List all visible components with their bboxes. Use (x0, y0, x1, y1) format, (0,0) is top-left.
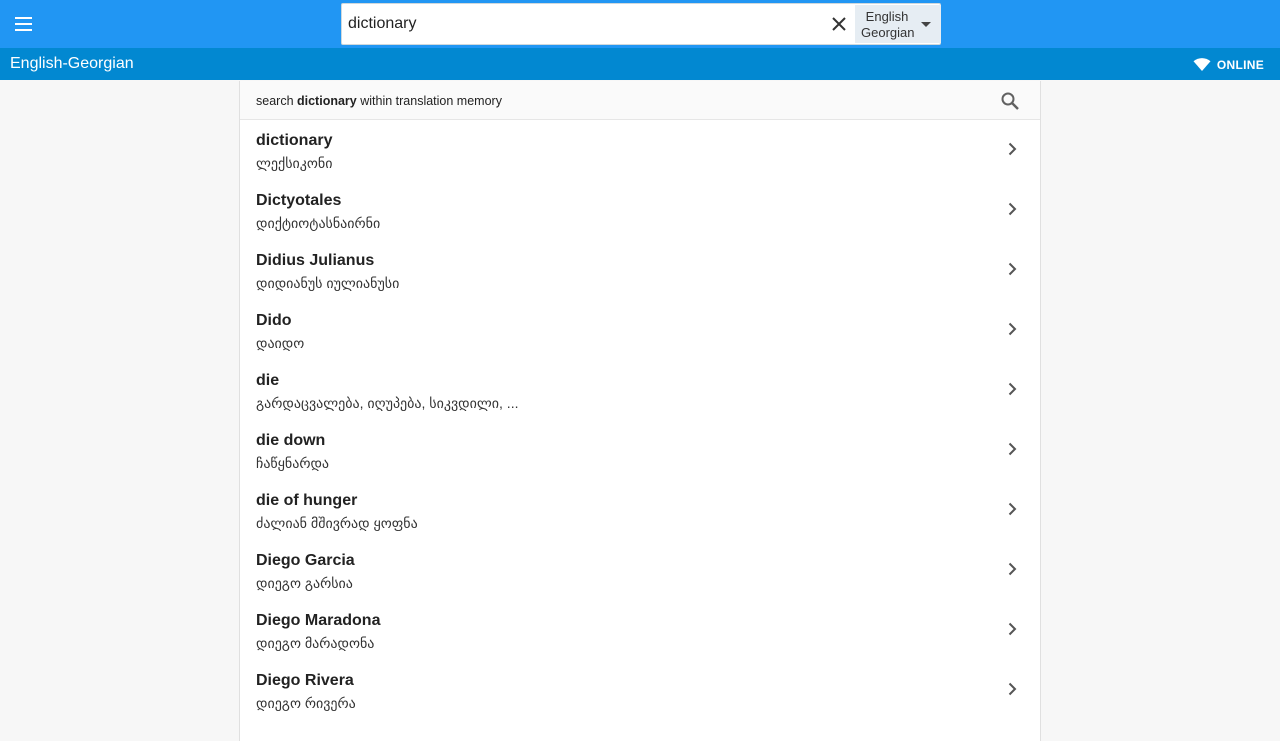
wifi-icon (1193, 58, 1211, 71)
chevron-right-icon (1008, 562, 1017, 576)
language-selector[interactable]: English Georgian (855, 5, 941, 43)
result-term: die down (256, 432, 326, 449)
caret-down-icon (921, 22, 931, 27)
result-item[interactable]: die of hunger ძალიან მშივრად ყოფნა (240, 480, 1040, 540)
menu-button[interactable] (6, 6, 42, 42)
result-term: Diego Rivera (256, 672, 354, 689)
chevron-right-icon (1008, 262, 1017, 276)
clear-search-button[interactable] (824, 9, 854, 39)
result-translation: ლექსიკონი (256, 155, 333, 171)
result-translation: ძალიან მშივრად ყოფნა (256, 515, 418, 531)
result-item[interactable]: Didius Julianus დიდიანუს იულიანუსი (240, 240, 1040, 300)
result-item[interactable]: Dictyotales დიქტიოტასნაირნი (240, 180, 1040, 240)
tm-suffix: within translation memory (356, 94, 502, 108)
chevron-right-icon (1008, 322, 1017, 336)
chevron-right-icon (1008, 442, 1017, 456)
target-language-label: Georgian (861, 25, 915, 40)
chevron-right-icon (1008, 502, 1017, 516)
source-language-label: English (865, 9, 909, 24)
result-translation: გარდაცვალება, იღუპება, სიკვდილი, ... (256, 395, 519, 411)
online-label: ONLINE (1216, 58, 1264, 72)
result-term: Dictyotales (256, 192, 342, 209)
result-term: Dido (256, 312, 292, 329)
result-item[interactable]: Diego Maradona დიეგო მარადონა (240, 600, 1040, 660)
result-translation: დაიდო (256, 335, 305, 351)
result-translation: დიდიანუს იულიანუსი (256, 275, 400, 291)
result-translation: დიეგო მარადონა (256, 635, 375, 651)
result-term: die (256, 372, 280, 389)
result-term: Diego Maradona (256, 612, 381, 629)
results-list: dictionary ლექსიკონი Dictyotales დიქტიოტ… (240, 120, 1040, 720)
tm-prefix: search (256, 94, 297, 108)
result-term: Diego Garcia (256, 552, 355, 569)
chevron-right-icon (1008, 382, 1017, 396)
result-translation: ჩაწყნარდა (256, 455, 330, 471)
dictionary-bar: English-Georgian ONLINE (0, 48, 1280, 80)
result-item[interactable]: dictionary ლექსიკონი (240, 120, 1040, 180)
search-box: English Georgian (341, 3, 941, 45)
result-translation: დიეგო გარსია (256, 575, 353, 591)
close-icon (832, 17, 846, 31)
result-item[interactable]: die გარდაცვალება, იღუპება, სიკვდილი, ... (240, 360, 1040, 420)
result-translation: დიქტიოტასნაირნი (256, 215, 381, 231)
result-item[interactable]: Dido დაიდო (240, 300, 1040, 360)
result-item[interactable]: Diego Rivera დიეგო რივერა (240, 660, 1040, 720)
chevron-right-icon (1008, 682, 1017, 696)
result-translation: დიეგო რივერა (256, 695, 356, 711)
result-item[interactable]: die down ჩაწყნარდა (240, 420, 1040, 480)
translation-memory-search[interactable]: search dictionary within translation mem… (240, 81, 1040, 120)
chevron-right-icon (1008, 142, 1017, 156)
top-app-bar: English Georgian (0, 0, 1280, 48)
dictionary-title: English-Georgian (10, 55, 134, 72)
chevron-right-icon (1008, 202, 1017, 216)
search-input[interactable] (348, 4, 818, 44)
online-status: ONLINE (1193, 56, 1264, 74)
results-panel: search dictionary within translation mem… (239, 81, 1041, 741)
result-term: die of hunger (256, 492, 358, 509)
result-term: dictionary (256, 132, 333, 149)
hamburger-menu-icon (15, 17, 32, 31)
tm-term: dictionary (297, 94, 357, 108)
result-term: Didius Julianus (256, 252, 375, 269)
search-icon (1001, 92, 1019, 110)
translation-memory-text: search dictionary within translation mem… (256, 94, 502, 108)
chevron-right-icon (1008, 622, 1017, 636)
result-item[interactable]: Diego Garcia დიეგო გარსია (240, 540, 1040, 600)
